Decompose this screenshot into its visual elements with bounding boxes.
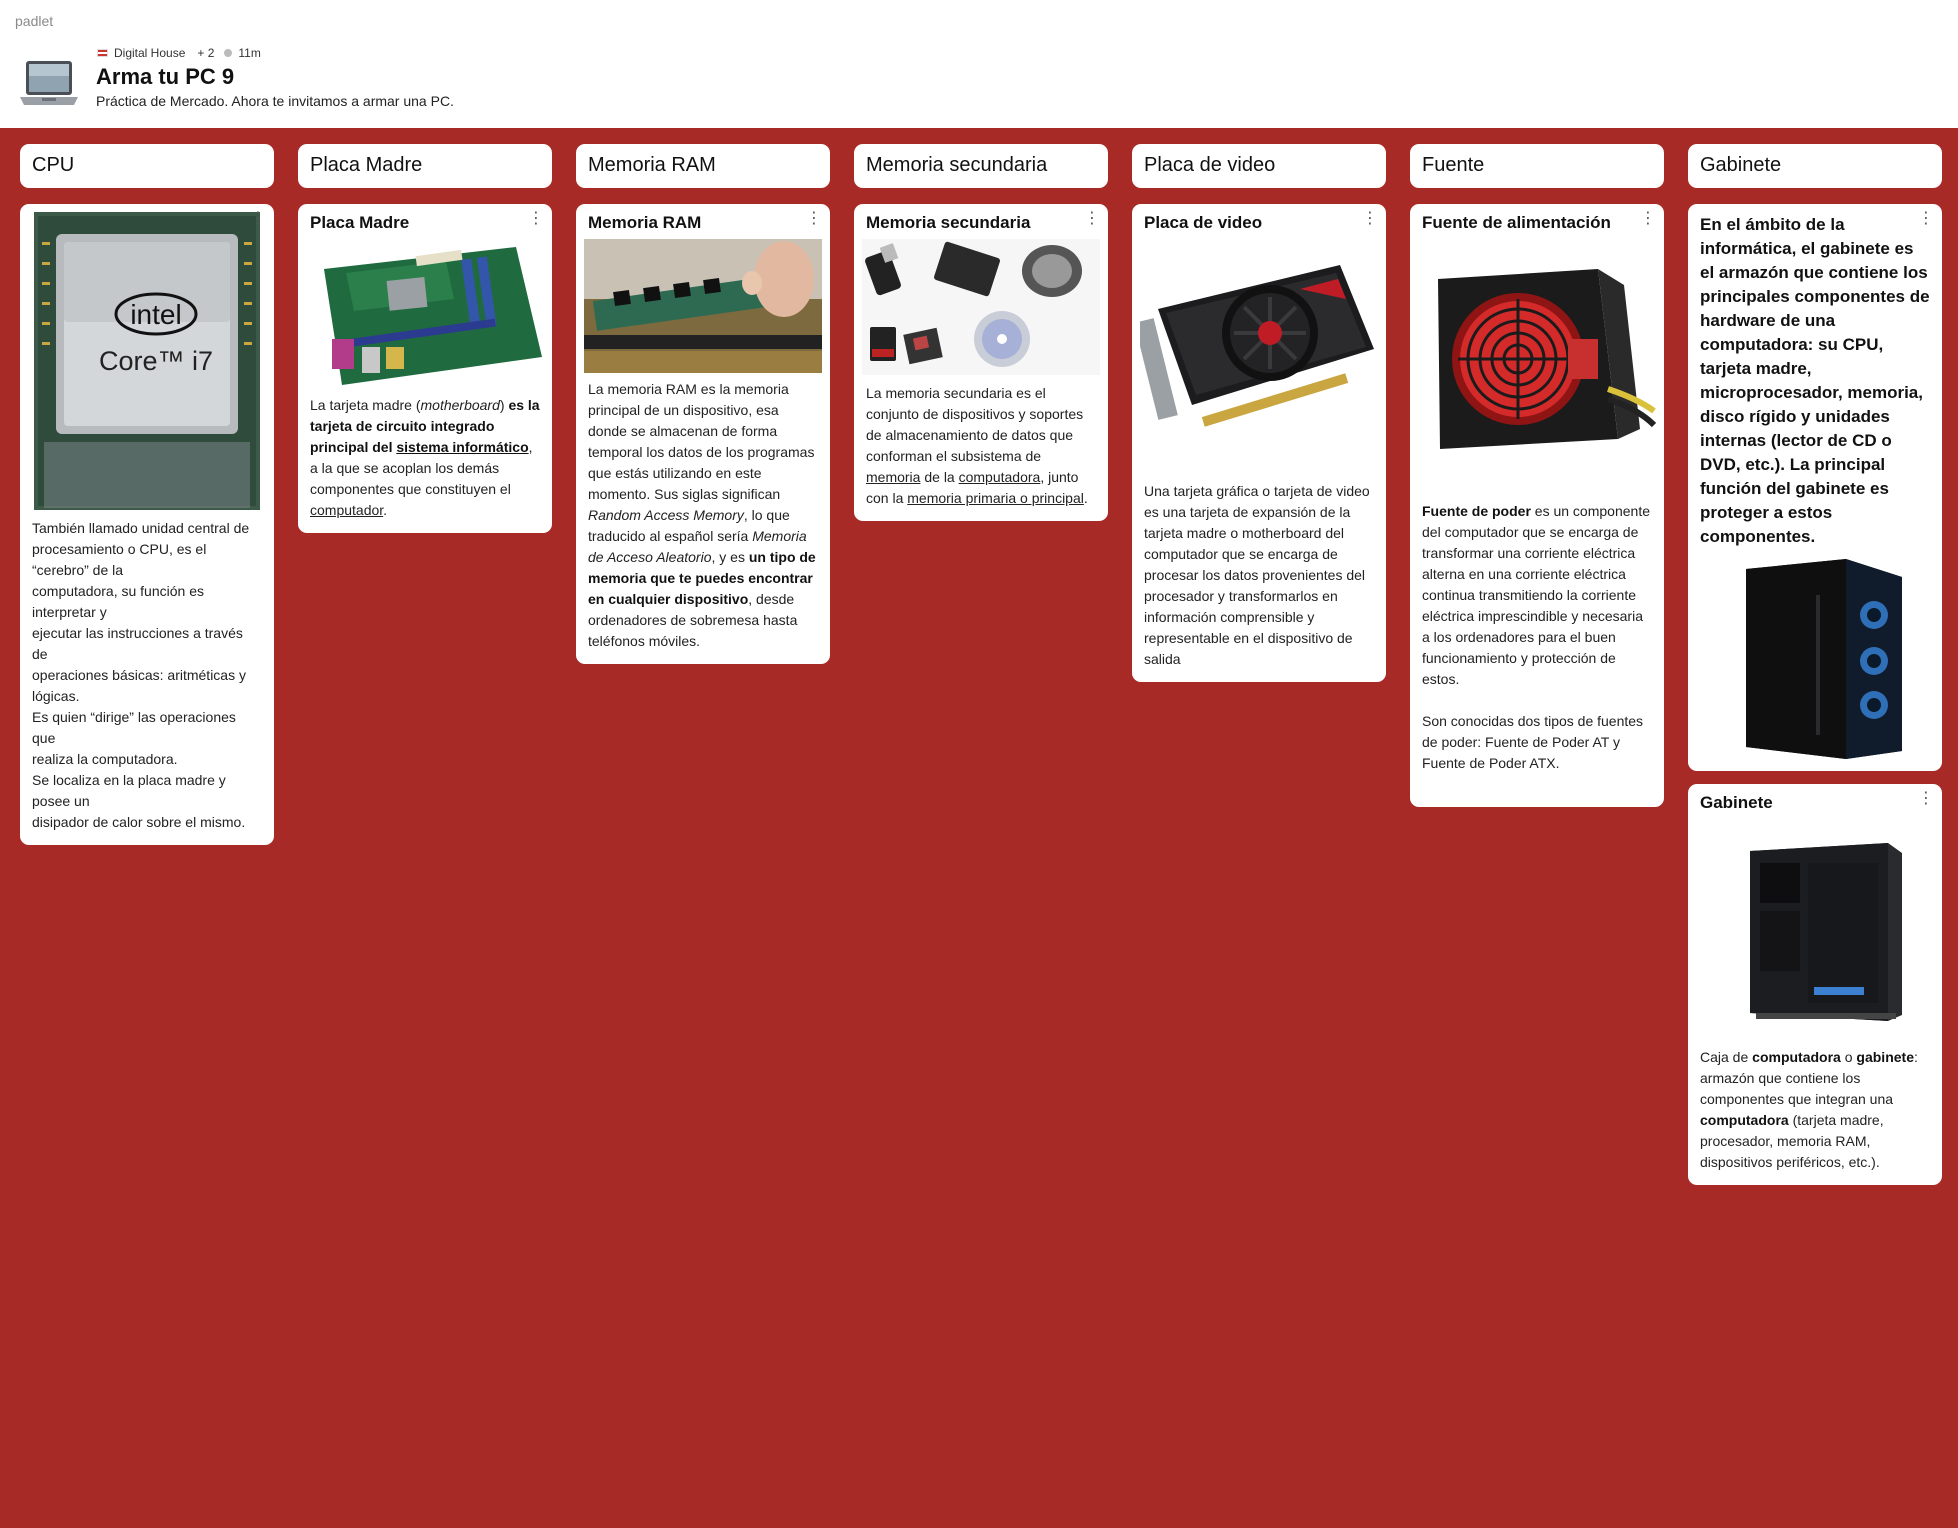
post-body: En el ámbito de la informática, el gabin… <box>1700 215 1930 546</box>
post-title: Fuente de alimentación <box>1422 213 1611 232</box>
link-computador[interactable]: computador <box>310 502 383 518</box>
column-title[interactable]: CPU <box>20 144 274 188</box>
column-placa-madre: Placa Madre ⋮ Placa Madre La tarjeta mad… <box>298 144 552 533</box>
more-options-icon[interactable]: ⋮ <box>1918 211 1934 227</box>
column-title[interactable]: Gabinete <box>1688 144 1942 188</box>
cpu-chip-image[interactable]: intel Core™ i7 <box>34 212 260 510</box>
column-title[interactable]: Placa de video <box>1132 144 1386 188</box>
post-card[interactable]: ⋮ Gabinete Caja de computadora o gabinet… <box>1688 784 1942 1185</box>
post-body: Una tarjeta gráfica o tarjeta de video e… <box>1144 483 1370 667</box>
svg-text:Core™ i7: Core™ i7 <box>99 346 213 376</box>
more-options-icon[interactable]: ⋮ <box>528 211 544 227</box>
more-options-icon[interactable]: ⋮ <box>1362 211 1378 227</box>
post-card[interactable]: ⋮ Fuente de alimentación Fuente de poder… <box>1410 204 1664 807</box>
post-body: La memoria RAM es la memoria principal d… <box>588 381 816 649</box>
post-body: La memoria secundaria es el conjunto de … <box>866 385 1088 506</box>
column-gabinete: Gabinete ⋮ En el ámbito de la informátic… <box>1688 144 1942 1185</box>
storage-devices-image[interactable] <box>862 239 1100 375</box>
column-title[interactable]: Memoria secundaria <box>854 144 1108 188</box>
author-name[interactable]: Digital House <box>114 46 185 60</box>
post-body: También llamado unidad central de proces… <box>32 520 250 830</box>
column-memoria-secundaria: Memoria secundaria ⋮ Memoria secundaria … <box>854 144 1108 521</box>
ram-module-image[interactable] <box>584 239 822 373</box>
post-card[interactable]: ⋮ Placa de video Una tarjeta gráfica o t… <box>1132 204 1386 682</box>
column-placa-de-video: Placa de video ⋮ Placa de video Una tarj… <box>1132 144 1386 682</box>
more-options-icon[interactable]: ⋮ <box>1084 211 1100 227</box>
post-card[interactable]: ⋮ En el ámbito de la informática, el gab… <box>1688 204 1942 771</box>
post-card[interactable]: ⋮ Placa Madre La tarjeta madre (motherbo… <box>298 204 552 533</box>
more-options-icon[interactable]: ⋮ <box>806 211 822 227</box>
post-card[interactable]: ⋮ Memoria RAM La memoria RAM es la memor… <box>576 204 830 664</box>
post-card[interactable]: ⋮ Memoria secundaria La memoria secundar… <box>854 204 1108 521</box>
link-memoria[interactable]: memoria <box>866 469 920 485</box>
column-fuente: Fuente ⋮ Fuente de alimentación Fuente d… <box>1410 144 1664 807</box>
more-options-icon[interactable]: ⋮ <box>1918 791 1934 807</box>
column-title[interactable]: Memoria RAM <box>576 144 830 188</box>
more-options-icon[interactable]: ⋮ <box>1640 211 1656 227</box>
board-title: Arma tu PC 9 <box>96 64 235 89</box>
last-updated: 11m <box>238 46 261 60</box>
column-memoria-ram: Memoria RAM ⋮ Memoria RAM La memoria RAM… <box>576 144 830 664</box>
link-sistema-informatico[interactable]: sistema informático <box>396 439 528 455</box>
post-body: Fuente de poder es un componente del com… <box>1422 503 1650 771</box>
motherboard-image[interactable] <box>306 239 544 389</box>
pc-case-black-image[interactable] <box>1696 819 1934 1039</box>
column-title[interactable]: Fuente <box>1410 144 1664 188</box>
post-title: Gabinete <box>1700 793 1773 812</box>
separator-dot-icon <box>224 49 233 57</box>
pc-case-rgb-image[interactable] <box>1696 555 1934 759</box>
collaborator-count[interactable]: + 2 <box>197 46 214 60</box>
post-title: Placa Madre <box>310 213 410 232</box>
power-supply-image[interactable] <box>1418 239 1656 495</box>
board-description: Práctica de Mercado. Ahora te invitamos … <box>96 93 454 109</box>
svg-text:intel: intel <box>130 299 181 330</box>
board-meta: Digital House + 2 11m <box>97 46 261 60</box>
link-computadora[interactable]: computadora <box>959 469 1041 485</box>
post-card[interactable]: ⋮ intel Core™ i7 También llamado unidad … <box>20 204 274 845</box>
board-header: padlet Digital House + 2 11m Arma tu PC … <box>0 0 1958 128</box>
post-body: Caja de computadora o gabinete: armazón … <box>1700 1049 1918 1170</box>
column-cpu: CPU ⋮ intel Core™ i7 También llamado uni… <box>20 144 274 845</box>
padlet-logo[interactable]: padlet <box>15 13 53 29</box>
graphics-card-image[interactable] <box>1140 239 1378 475</box>
post-body: La tarjeta madre (motherboard) es la tar… <box>310 397 540 518</box>
post-title: Placa de video <box>1144 213 1263 232</box>
post-title: Memoria secundaria <box>866 213 1031 232</box>
more-options-icon[interactable]: ⋮ <box>250 211 266 227</box>
laptop-icon <box>20 61 78 105</box>
link-memoria-primaria[interactable]: memoria primaria o principal <box>907 490 1084 506</box>
post-title: Memoria RAM <box>588 213 702 232</box>
author-avatar <box>97 49 108 57</box>
column-title[interactable]: Placa Madre <box>298 144 552 188</box>
